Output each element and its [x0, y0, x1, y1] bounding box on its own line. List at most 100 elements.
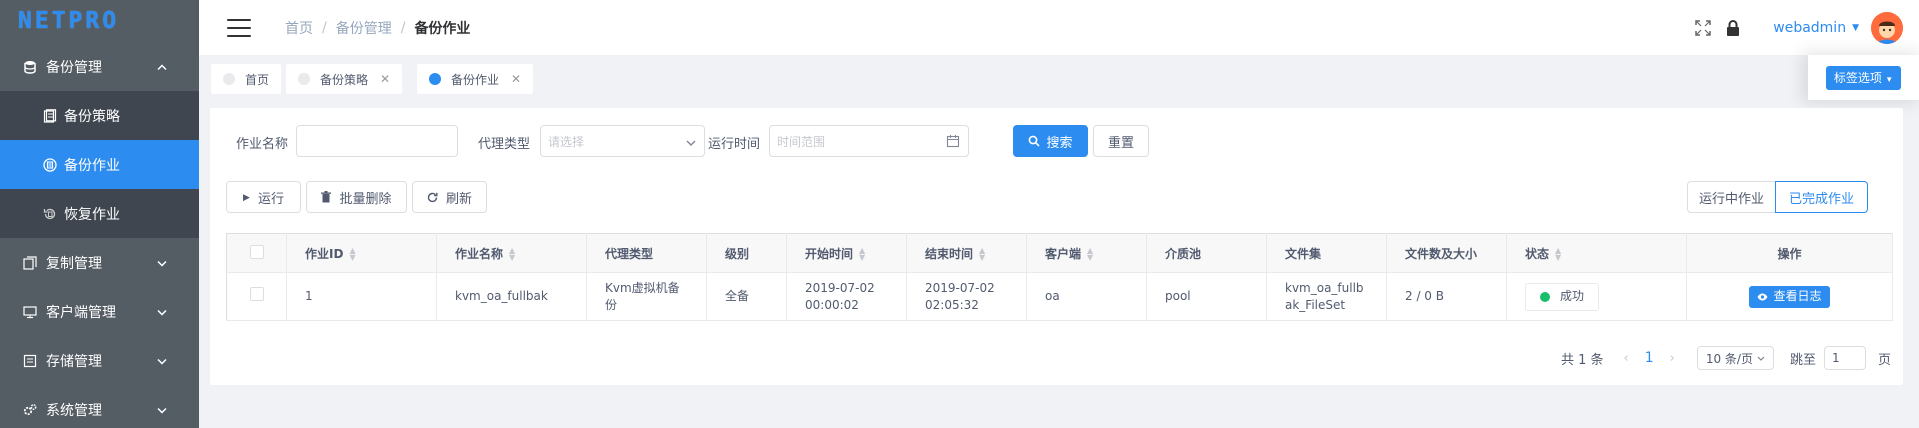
column-header[interactable]: 开始时间 ▲ ▼ — [786, 233, 907, 273]
row-checkbox[interactable] — [249, 287, 264, 301]
tags-options-button[interactable]: 标签选项 ▼ — [1825, 65, 1902, 90]
menu-replication-management[interactable]: 复制管理 — [0, 238, 199, 287]
completed-jobs-tab[interactable]: 已完成作业 — [1775, 181, 1868, 213]
hamburger-menu-icon[interactable] — [227, 18, 251, 37]
search-button[interactable]: 搜索 — [1013, 125, 1088, 157]
agent-type-placeholder: 请选择 — [548, 134, 585, 149]
column-header[interactable]: 状态 ▲ ▼ — [1506, 233, 1687, 273]
run-button[interactable]: ▶ 运行 — [226, 181, 301, 213]
view-log-label: 查看日志 — [1773, 289, 1822, 303]
batch-delete-label: 批量删除 — [339, 190, 392, 206]
eye-icon — [1757, 293, 1768, 301]
table-row: 1 kvm_oa_fullbak Kvm虚拟机备份 全备 2019-07-02 … — [226, 272, 1893, 321]
cell-end-time: 2019-07-02 02:05:32 — [906, 272, 1027, 321]
tag-home[interactable]: 首页 — [211, 64, 282, 94]
menu-label: 备份管理 — [46, 59, 102, 76]
cell-fileset: kvm_oa_fullbak_FileSet — [1266, 272, 1387, 321]
username[interactable]: webadmin — [1773, 20, 1846, 36]
cell-pool: pool — [1146, 272, 1267, 321]
fullscreen-icon[interactable] — [1693, 18, 1713, 38]
tags-options: 标签选项 ▼ — [1808, 55, 1919, 100]
close-icon[interactable]: ✕ — [511, 72, 521, 86]
submenu-backup: 备份策略 备份作业 恢复作业 — [0, 91, 199, 238]
column-header[interactable]: 作业名称 ▲ ▼ — [436, 233, 587, 273]
refresh-icon — [427, 192, 438, 203]
caret-down-icon[interactable]: ▼ — [1852, 23, 1859, 33]
sort-icon[interactable]: ▲ ▼ — [349, 247, 355, 262]
agent-type-select[interactable]: 请选择 — [540, 125, 705, 157]
run-time-picker[interactable]: 时间范围 — [769, 125, 969, 157]
running-jobs-tab[interactable]: 运行中作业 — [1687, 181, 1776, 213]
lock-icon[interactable] — [1723, 18, 1743, 38]
cell-agent-type: Kvm虚拟机备份 — [586, 272, 707, 321]
row-select-cell — [226, 272, 287, 321]
sort-icon[interactable]: ▲ ▼ — [509, 247, 515, 262]
select-all-checkbox[interactable] — [249, 244, 264, 259]
page-number[interactable]: 1 — [1645, 350, 1654, 366]
trash-icon — [321, 191, 332, 203]
goto-input[interactable]: 1 — [1823, 346, 1866, 370]
page-size-value: 10 条/页 — [1705, 351, 1753, 366]
close-icon[interactable]: ✕ — [380, 72, 390, 86]
page-suffix: 页 — [1877, 352, 1891, 368]
agent-type-label: 代理类型 — [478, 137, 531, 152]
tag-backup-job[interactable]: 备份作业 ✕ — [417, 64, 534, 94]
database-icon — [22, 59, 38, 75]
cell-start-time: 2019-07-02 00:00:02 — [786, 272, 907, 321]
page-size-select[interactable]: 10 条/页 — [1696, 346, 1774, 370]
jobs-table: 作业ID ▲ ▼ 作业名称 ▲ ▼ 代理类型 级别 开始时间 ▲ ▼ 结束时间 ▲ ▼ 客户端 ▲… — [226, 233, 1893, 321]
view-log-button[interactable]: 查看日志 — [1749, 285, 1830, 308]
replication-icon — [22, 255, 38, 271]
refresh-button[interactable]: 刷新 — [412, 181, 487, 213]
column-header[interactable]: 客户端 ▲ ▼ — [1026, 233, 1147, 273]
next-page-icon[interactable]: › — [1670, 351, 1675, 366]
column-header[interactable]: 结束时间 ▲ ▼ — [906, 233, 1027, 273]
sort-icon[interactable]: ▲ ▼ — [979, 247, 985, 262]
run-time-label: 运行时间 — [708, 137, 761, 152]
menu-client-management[interactable]: 客户端管理 — [0, 287, 199, 336]
status-badge: 成功 — [1525, 282, 1600, 311]
sidebar-item-backup-job[interactable]: 备份作业 — [0, 140, 199, 189]
tag-backup-policy[interactable]: 备份策略 ✕ — [286, 64, 403, 94]
column-header: 文件集 — [1266, 233, 1387, 273]
tags-bar: 首页 备份策略 ✕ 备份作业 ✕ 标签选项 ▼ — [199, 55, 1919, 100]
search-form: 作业名称 代理类型 请选择 运行时间 时间范围 搜索 重置 — [210, 125, 1903, 157]
tag-label: 备份策略 — [320, 72, 369, 87]
reset-button[interactable]: 重置 — [1093, 125, 1149, 157]
refresh-label: 刷新 — [445, 190, 472, 206]
select-all-header — [226, 233, 287, 273]
chevron-down-icon — [157, 403, 167, 416]
menu-system-management[interactable]: 系统管理 — [0, 385, 199, 428]
tag-dot-icon — [298, 73, 310, 85]
batch-delete-button[interactable]: 批量删除 — [306, 181, 407, 213]
cell-client: oa — [1026, 272, 1147, 321]
status-text: 成功 — [1560, 289, 1585, 303]
menu-label: 客户端管理 — [46, 304, 116, 321]
breadcrumb-separator: / — [400, 19, 406, 36]
menu-backup-management[interactable]: 备份管理 — [0, 42, 199, 91]
prev-page-icon[interactable]: ‹ — [1624, 351, 1629, 366]
sidebar-item-label: 恢复作业 — [64, 206, 120, 223]
sort-icon[interactable]: ▲ ▼ — [859, 247, 865, 262]
column-header: 文件数及大小 — [1386, 233, 1507, 273]
sort-icon[interactable]: ▲ ▼ — [1555, 247, 1561, 262]
menu-storage-management[interactable]: 存储管理 — [0, 336, 199, 385]
job-name-input[interactable] — [296, 125, 458, 157]
sidebar-item-backup-policy[interactable]: 备份策略 — [0, 91, 199, 140]
search-icon — [1028, 135, 1041, 147]
cell-job-name: kvm_oa_fullbak — [436, 272, 587, 321]
avatar[interactable] — [1871, 11, 1903, 44]
document-icon — [42, 108, 58, 124]
sort-icon[interactable]: ▲ ▼ — [1087, 247, 1093, 262]
column-header[interactable]: 作业ID ▲ ▼ — [286, 233, 437, 273]
breadcrumb-backup-management[interactable]: 备份管理 — [336, 18, 392, 38]
calendar-icon — [946, 134, 960, 151]
table-header-row: 作业ID ▲ ▼ 作业名称 ▲ ▼ 代理类型 级别 开始时间 ▲ ▼ 结束时间 ▲ ▼ 客户端 ▲… — [226, 233, 1893, 273]
sidebar-item-restore-job[interactable]: 恢复作业 — [0, 189, 199, 238]
menu-label: 复制管理 — [46, 255, 102, 272]
search-button-label: 搜索 — [1046, 134, 1073, 150]
pagination: 共 1 条 ‹ 1 › 10 条/页 跳至 1 页 — [1561, 344, 1903, 372]
chevron-down-icon — [157, 256, 167, 269]
breadcrumb-home[interactable]: 首页 — [285, 18, 313, 38]
top-header: 首页 / 备份管理 / 备份作业 webadmin ▼ — [199, 0, 1919, 55]
